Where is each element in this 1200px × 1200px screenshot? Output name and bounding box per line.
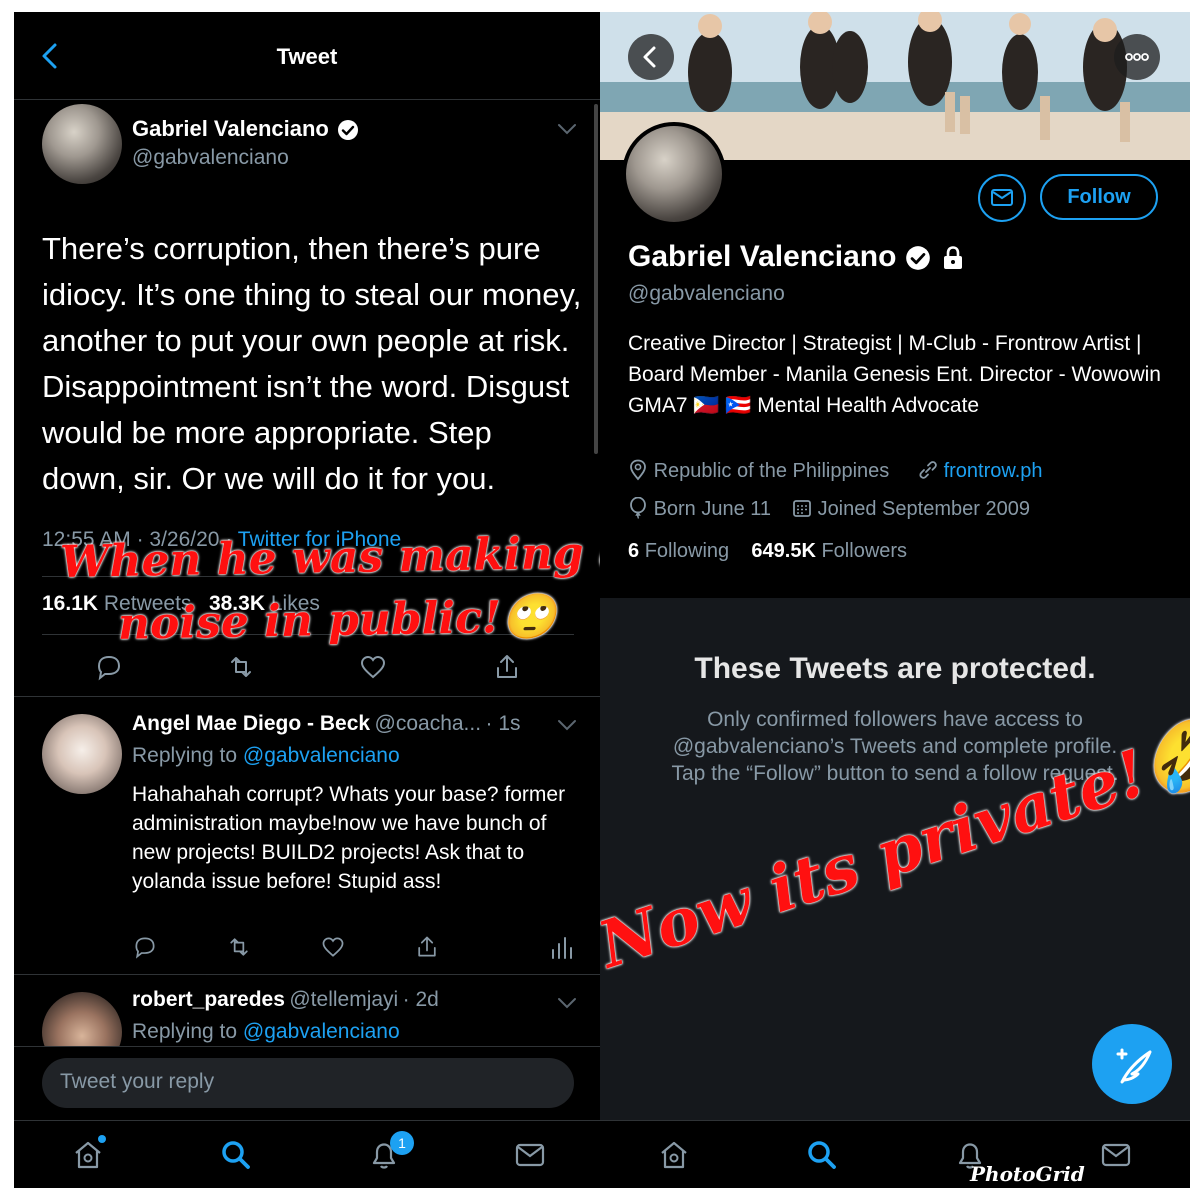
followers-link[interactable]: 649.5K Followers [751,540,907,562]
profile-handle: @gabvalenciano [628,282,785,305]
link-icon [919,460,937,479]
divider [14,696,600,697]
messages-envelope-icon[interactable] [514,1141,546,1169]
followers-label: Followers [821,540,908,562]
reply-age: 2d [415,988,439,1011]
author-name-row: Gabriel Valenciano [132,116,359,142]
messages-envelope-icon[interactable] [1100,1141,1132,1169]
replying-to-prefix: Replying to [132,744,238,767]
followers-count: 649.5K [751,540,816,562]
reply-icon[interactable] [94,652,124,682]
profile-born: Born June 11 [653,498,772,520]
following-link[interactable]: 6 Following [628,540,735,562]
profile-website-link[interactable]: frontrow.ph [944,460,1043,482]
born-row: Born June 11 [628,496,772,521]
meta-sep: · [402,988,416,1011]
joined-row: Joined September 2009 [792,498,1030,521]
back-button[interactable] [628,34,674,80]
notifications-badge: 1 [390,1131,414,1155]
follow-counts: 6 Following 649.5K Followers [628,540,907,563]
tweet-detail-screen: Tweet Gabriel Valenciano @gabvalenciano … [14,12,600,1188]
replying-to-prefix: Replying to [132,1020,238,1043]
balloon-icon [630,496,646,519]
reply-age: 1s [498,712,521,735]
overlay-caption-line2: noise in public!🙄 [117,591,557,650]
chevron-down-icon[interactable] [556,996,578,1010]
scrollbar[interactable] [594,104,598,454]
meta-sep: · [485,712,499,735]
replying-to-handle[interactable]: @gabvalenciano [243,1020,400,1043]
top-bar: Tweet [14,12,600,100]
share-icon[interactable] [492,652,522,682]
more-options-button[interactable] [1114,34,1160,80]
profile-joined: Joined September 2009 [817,498,1030,520]
reply-author-handle[interactable]: @coacha... [375,712,482,735]
profile-bio: Creative Director | Strategist | M-Club … [628,332,1161,417]
tab-bar [600,1120,1190,1188]
analytics-icon[interactable] [550,936,572,960]
reply-author-name[interactable]: Angel Mae Diego - Beck [132,712,370,735]
replying-to-handle[interactable]: @gabvalenciano [243,744,400,767]
photogrid-watermark: PhotoGrid [970,1162,1085,1186]
author-avatar[interactable] [42,104,122,184]
follow-button[interactable]: Follow [1040,174,1158,220]
reply-avatar[interactable] [42,992,122,1046]
following-label: Following [644,540,730,562]
following-count: 6 [628,540,640,562]
replying-to-line: Replying to @gabvalenciano [132,1020,400,1044]
reply-header: robert_paredes @tellemjayi · 2d [132,988,439,1012]
search-icon[interactable] [806,1139,838,1171]
back-chevron-icon [643,46,656,68]
search-icon[interactable] [220,1139,252,1171]
retweet-icon[interactable] [226,652,256,682]
profile-screen: Follow Gabriel Valenciano @gabvalenciano… [600,12,1190,1188]
lock-icon [944,245,963,269]
like-heart-icon[interactable] [320,934,346,960]
retweet-icon[interactable] [226,934,252,960]
home-icon[interactable] [658,1139,690,1171]
location-row: Republic of the Philippines [628,459,890,483]
reply-item-clip: robert_paredes @tellemjayi · 2d Replying… [14,976,600,1046]
like-heart-icon[interactable] [358,652,388,682]
page-title: Tweet [276,44,338,69]
share-icon[interactable] [414,934,440,960]
tweet-text: There’s corruption, then there’s pure id… [42,231,582,496]
profile-avatar[interactable] [622,122,726,226]
replying-to-line: Replying to @gabvalenciano [132,744,400,768]
location-pin-icon [630,459,646,481]
overlay-caption-line1: When he was making a [59,527,600,588]
reply-author-handle[interactable]: @tellemjayi [289,988,398,1011]
chevron-down-icon[interactable] [556,122,578,136]
chevron-down-icon[interactable] [556,718,578,732]
verified-badge-icon [338,119,359,140]
new-content-dot [98,1135,106,1143]
divider [14,974,600,975]
profile-name-row: Gabriel Valenciano [628,240,965,274]
verified-badge-icon [906,245,930,270]
author-name[interactable]: Gabriel Valenciano [132,116,329,141]
retweets-count[interactable]: 16.1K [42,592,98,615]
reply-avatar[interactable] [42,714,122,794]
calendar-icon [793,499,811,517]
profile-name: Gabriel Valenciano [628,240,897,273]
message-button[interactable] [978,174,1026,222]
reply-text: Hahahahah corrupt? Whats your base? form… [132,783,566,893]
more-dots-icon [1125,53,1149,61]
compose-tweet-button[interactable] [1092,1024,1172,1104]
author-handle[interactable]: @gabvalenciano [132,146,289,170]
protected-title: These Tweets are protected. [694,652,1096,685]
compose-feather-icon [1116,1048,1152,1084]
divider [14,1046,600,1047]
reply-header: Angel Mae Diego - Beck @coacha... · 1s [132,712,521,736]
website-row: frontrow.ph [918,460,1043,483]
reply-author-name[interactable]: robert_paredes [132,988,285,1011]
reply-icon[interactable] [132,934,158,960]
reply-input[interactable]: Tweet your reply [42,1058,574,1108]
tab-bar: 1 [14,1120,600,1188]
home-icon[interactable] [72,1139,104,1171]
profile-location: Republic of the Philippines [653,460,890,482]
envelope-icon [991,189,1013,206]
